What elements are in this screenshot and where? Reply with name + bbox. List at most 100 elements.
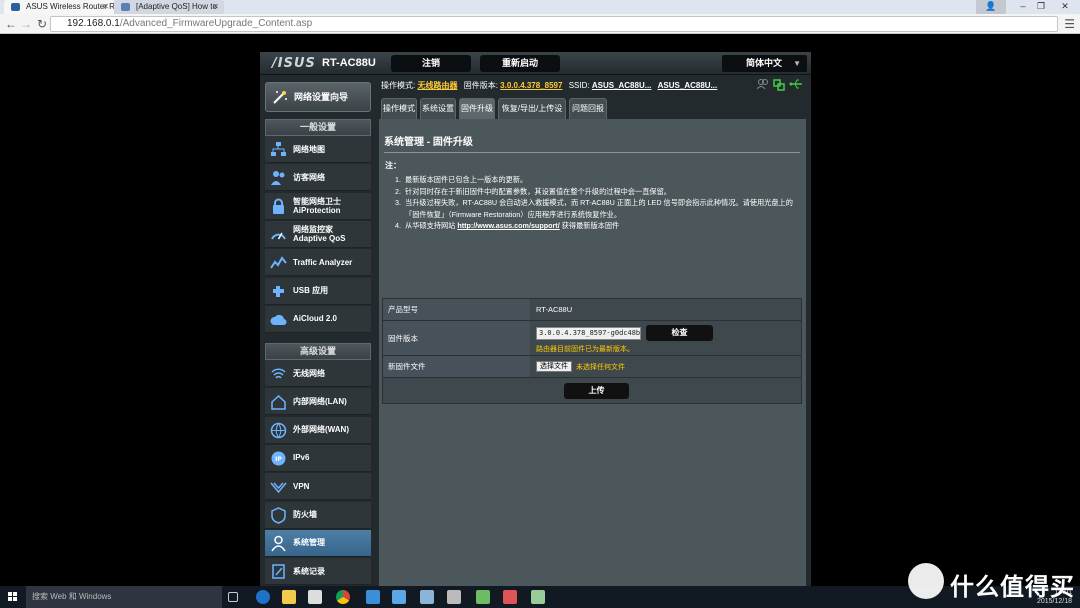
- app-icon[interactable]: [476, 590, 490, 604]
- router-info-line: 操作模式: 无线路由器 固件版本: 3.0.0.4.378_8597 SSID:…: [381, 80, 811, 94]
- note-text: 获得最新版本固件: [561, 221, 620, 230]
- sidebar-item-wireless[interactable]: 无线网络: [265, 360, 371, 387]
- sidebar-item-sublabel: AiProtection: [293, 205, 341, 215]
- tab-operation-mode[interactable]: 操作模式: [381, 98, 417, 119]
- close-tab-icon[interactable]: ✕: [102, 0, 109, 14]
- ssid-5ghz-link[interactable]: ASUS_AC88U...: [658, 81, 718, 90]
- close-window-icon[interactable]: ✕: [1050, 0, 1080, 14]
- sidebar-item-label: 访客网络: [293, 172, 325, 182]
- firmware-status-text: 路由器目前固件已为最新版本。: [536, 346, 634, 353]
- sidebar-item-label: 系统记录: [293, 566, 325, 576]
- language-value: 简体中文: [746, 58, 783, 68]
- forward-arrow-icon[interactable]: →: [19, 16, 33, 32]
- sidebar-item-label-group: 网络监控家 Adaptive QoS: [293, 225, 345, 243]
- sidebar-item-aiprotection[interactable]: 智能网络卫士 AiProtection: [265, 192, 371, 220]
- reboot-button[interactable]: 重新启动: [480, 55, 560, 72]
- note-text: 针对同时存在于新旧固件中的配置参数，其设置值在整个升级的过程中会一直保留。: [405, 186, 671, 196]
- lan-icon: [271, 395, 286, 411]
- new-firmware-file-label: 新固件文件: [383, 356, 530, 377]
- sidebar-item-network-map[interactable]: 网络地图: [265, 136, 371, 163]
- network-status-icon[interactable]: [773, 79, 785, 91]
- sidebar-item-vpn[interactable]: VPN: [265, 473, 371, 501]
- sidebar-item-guest-network[interactable]: 访客网络: [265, 164, 371, 192]
- sidebar-item-system-log[interactable]: 系统记录: [265, 558, 371, 586]
- table-row: 产品型号 RT-AC88U: [383, 299, 801, 321]
- windows-start-icon[interactable]: [0, 586, 26, 608]
- url-host: 192.168.0.1: [67, 18, 120, 29]
- operation-mode-link[interactable]: 无线路由器: [417, 81, 457, 90]
- sidebar-item-label: 外部网络(WAN): [293, 425, 349, 435]
- page-title: 系统管理 - 固件升级: [384, 137, 473, 148]
- guest-users-icon[interactable]: [757, 78, 769, 90]
- logout-button[interactable]: 注销: [391, 55, 471, 72]
- tab-system[interactable]: 系统设置: [420, 98, 456, 119]
- note-item: 4. 从华硕支持网站 http://www.asus.com/support/ 获…: [395, 221, 620, 230]
- app-icon[interactable]: [392, 590, 406, 604]
- task-view-icon[interactable]: [228, 592, 238, 602]
- wireless-icon: [271, 368, 286, 379]
- watermark-logo-icon: [908, 563, 944, 599]
- note-text: 从华硕支持网站: [405, 221, 456, 230]
- sidebar-item-wan[interactable]: 外部网络(WAN): [265, 416, 371, 444]
- table-row: 新固件文件 选择文件 未选择任何文件: [383, 356, 801, 378]
- browser-tab-title: [Adaptive QoS] How to: [136, 2, 217, 11]
- choose-file-button[interactable]: 选择文件: [536, 361, 572, 372]
- sidebar-item-administration[interactable]: 系统管理: [265, 529, 371, 557]
- title-divider: [384, 152, 800, 153]
- app-icon[interactable]: [447, 590, 461, 604]
- url-path: /Advanced_FirmwareUpgrade_Content.asp: [119, 18, 313, 29]
- ipv6-icon: IP: [271, 451, 286, 466]
- url-input[interactable]: 192.168.0.1/Advanced_FirmwareUpgrade_Con…: [50, 16, 1058, 32]
- tab-restore-save-upload[interactable]: 恢复/导出/上传设置: [498, 98, 566, 133]
- app-icon[interactable]: [366, 590, 380, 604]
- back-arrow-icon[interactable]: ←: [4, 16, 18, 32]
- network-setup-wizard-button[interactable]: 网络设置向导: [265, 82, 371, 112]
- edge-browser-icon[interactable]: [256, 590, 270, 604]
- sidebar-item-lan[interactable]: 内部网络(LAN): [265, 388, 371, 416]
- note-text: 最新版本固件已包含上一版本的更新。: [405, 175, 528, 184]
- reload-icon[interactable]: ↻: [35, 16, 49, 32]
- sidebar-item-label: 网络监控家: [293, 224, 333, 234]
- app-icon[interactable]: [531, 590, 545, 604]
- upload-button[interactable]: 上传: [564, 383, 629, 399]
- note-item: 3. 当升级过程失败，RT-AC88U 会自动进入救援模式，而 RT-AC88U …: [395, 197, 803, 220]
- firmware-table: 产品型号 RT-AC88U 固件版本 3.0.0.4.378_8597-g0dc…: [382, 298, 802, 404]
- asus-support-link[interactable]: http://www.asus.com/support/: [457, 221, 559, 230]
- taskbar-search-input[interactable]: 搜索 Web 和 Windows: [26, 586, 222, 608]
- store-icon[interactable]: [308, 590, 322, 604]
- no-file-chosen-text: 未选择任何文件: [576, 364, 625, 371]
- vpn-icon: [270, 482, 287, 494]
- usb-status-icon[interactable]: [789, 78, 803, 90]
- sidebar-item-aicloud[interactable]: AiCloud 2.0: [265, 305, 371, 333]
- firmware-upgrade-panel: 系统管理 - 固件升级 注： 1. 最新版本固件已包含上一版本的更新。 2. 针对同…: [379, 119, 806, 586]
- firmware-version-link[interactable]: 3.0.0.4.378_8597: [500, 81, 562, 90]
- sidebar-item-adaptive-qos[interactable]: 网络监控家 Adaptive QoS: [265, 220, 371, 248]
- table-row: 上传: [383, 378, 801, 403]
- sidebar-item-label: Traffic Analyzer: [293, 257, 353, 267]
- sidebar-item-firewall[interactable]: 防火墙: [265, 501, 371, 529]
- browser-tab-active[interactable]: ASUS Wireless Router R ✕: [4, 0, 114, 14]
- firmware-version-box: 3.0.0.4.378_8597-g0dc48bd: [536, 327, 641, 340]
- photos-icon[interactable]: [420, 590, 434, 604]
- file-explorer-icon[interactable]: [282, 590, 296, 604]
- tab-firmware-upgrade[interactable]: 固件升级: [459, 98, 495, 119]
- page-viewport: /ISUS RT-AC88U 注销 重新启动 简体中文 ▼ 网络设置向导 一般设置…: [0, 35, 1080, 586]
- browser-menu-icon[interactable]: ☰: [1064, 17, 1075, 31]
- firmware-version-cell: 3.0.0.4.378_8597-g0dc48bd 检查 路由器目前固件已为最新…: [531, 321, 801, 355]
- watermark-text: 什么值得买: [950, 573, 1075, 601]
- tab-feedback[interactable]: 问题回报: [569, 98, 607, 119]
- page-favicon-icon: [121, 3, 130, 11]
- chrome-icon[interactable]: [336, 590, 350, 604]
- close-tab-icon[interactable]: ✕: [212, 0, 219, 14]
- ssid-24ghz-link[interactable]: ASUS_AC88U...: [592, 81, 652, 90]
- traffic-analyzer-icon: [270, 256, 287, 269]
- language-select[interactable]: 简体中文 ▼: [722, 55, 807, 72]
- user-profile-icon[interactable]: 👤: [976, 0, 1006, 14]
- sidebar-item-ipv6[interactable]: IP IPv6: [265, 444, 371, 472]
- check-update-button[interactable]: 检查: [646, 325, 713, 341]
- app-icon[interactable]: [503, 590, 517, 604]
- browser-tab-inactive[interactable]: [Adaptive QoS] How to ✕: [114, 0, 224, 14]
- sidebar-item-usb-application[interactable]: USB 应用: [265, 277, 371, 305]
- sidebar-item-label: 无线网络: [293, 368, 325, 378]
- sidebar-item-traffic-analyzer[interactable]: Traffic Analyzer: [265, 249, 371, 277]
